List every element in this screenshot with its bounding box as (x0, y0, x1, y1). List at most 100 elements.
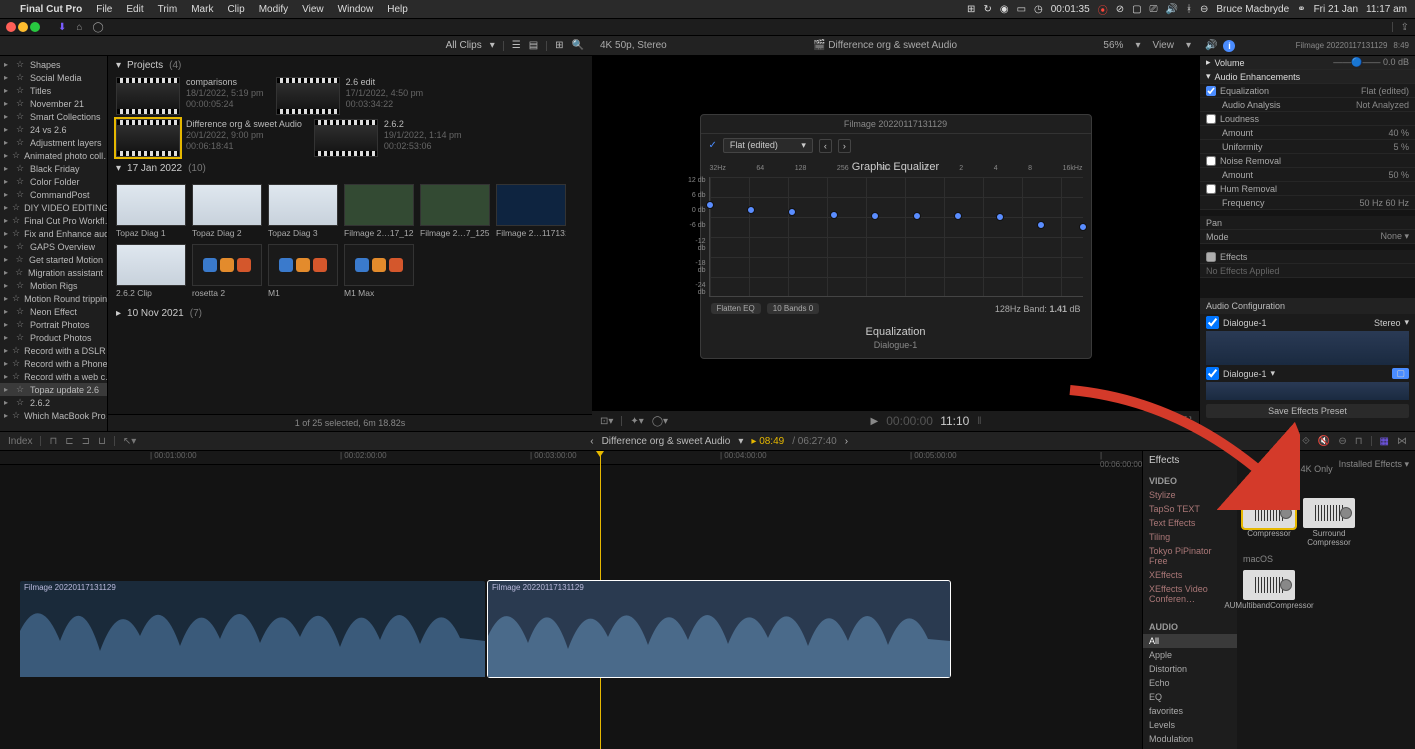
sidebar-item[interactable]: ▸☆24 vs 2.6 (0, 123, 107, 136)
eq-preset-dropdown[interactable]: Flat (edited) ▾ (723, 138, 813, 153)
timeline[interactable]: | 00:01:00:00| 00:02:00:00| 00:03:00:00|… (0, 451, 1142, 749)
4k-only-checkbox[interactable] (1285, 459, 1298, 472)
transform-tool-icon[interactable]: ⊡▾ (600, 416, 613, 427)
screen-icon[interactable]: ▭ (1017, 4, 1026, 15)
fx-category[interactable]: favorites (1143, 704, 1237, 718)
sidebar-item[interactable]: ▸☆Neon Effect (0, 305, 107, 318)
eq-band-handle[interactable] (1037, 221, 1045, 229)
component-checkbox[interactable] (1206, 367, 1219, 380)
effects-browser-icon[interactable]: ▦ (1380, 436, 1389, 447)
date-section-1[interactable]: ▾17 Jan 2022 (10) (108, 159, 592, 178)
clip-item[interactable]: M1 Max (344, 244, 414, 298)
inspector-row[interactable]: EqualizationFlat (edited) (1200, 84, 1415, 98)
sidebar-item[interactable]: ▸☆Get started Motion (0, 253, 107, 266)
control-center-icon[interactable]: ⚭ (1297, 4, 1305, 15)
inspector-row[interactable]: Hum Removal (1200, 182, 1415, 196)
fx-category[interactable]: Levels (1143, 718, 1237, 732)
display-icon[interactable]: ⎚ (1150, 4, 1158, 15)
sidebar-item[interactable]: ▸☆Record with a Phone… (0, 357, 107, 370)
effect-item[interactable]: Surround Compressor (1303, 498, 1355, 548)
zoom-level[interactable]: 56% (1103, 40, 1123, 51)
pan-mode-row[interactable]: Mode None ▾ (1200, 230, 1415, 244)
sidebar-item[interactable]: ▸☆Smart Collections (0, 110, 107, 123)
eq-band-handle[interactable] (788, 208, 796, 216)
menu-window[interactable]: Window (338, 4, 374, 15)
insert-clip-icon[interactable]: ⊏ (65, 436, 73, 447)
sidebar-item[interactable]: ▸☆Topaz update 2.6 (0, 383, 107, 396)
minimize-window-button[interactable] (18, 22, 28, 32)
record-indicator-icon[interactable]: ⦿ (1098, 2, 1108, 17)
sidebar-item[interactable]: ▸☆Color Folder (0, 175, 107, 188)
project-item[interactable]: 2.6 edit17/1/2022, 4:50 pm00:03:34:22 (276, 77, 424, 115)
info-inspector-icon[interactable]: i (1223, 40, 1235, 52)
fx-category[interactable]: Distortion (1143, 662, 1237, 676)
sidebar-item[interactable]: ▸☆Black Friday (0, 162, 107, 175)
clip-item[interactable]: Topaz Diag 3 (268, 184, 338, 238)
inspector-row[interactable]: Amount50 % (1200, 168, 1415, 182)
list-icon[interactable]: ▤ (529, 40, 538, 51)
sidebar-item[interactable]: ▸☆Final Cut Pro Workfl… (0, 214, 107, 227)
project-item[interactable]: comparisons18/1/2022, 5:19 pm00:00:05:24 (116, 77, 264, 115)
inspector-row[interactable]: Noise Removal (1200, 154, 1415, 168)
eq-prev-button[interactable]: ‹ (819, 139, 832, 153)
enhance-tool-icon[interactable]: ✦▾ (630, 416, 643, 427)
library-sidebar[interactable]: ▸☆Shapes▸☆Social Media▸☆Titles▸☆November… (0, 56, 108, 431)
play-button[interactable]: ▶ (871, 416, 879, 427)
fx-category[interactable]: Modulation (1143, 732, 1237, 746)
sidebar-item[interactable]: ▸☆Animated photo coll… (0, 149, 107, 162)
overwrite-clip-icon[interactable]: ⊔ (98, 436, 106, 447)
inspector-row[interactable]: Audio AnalysisNot Analyzed (1200, 98, 1415, 112)
refresh-icon[interactable]: ↻ (983, 4, 991, 15)
sidebar-item[interactable]: ▸☆Fix and Enhance audio (0, 227, 107, 240)
viewer-stage[interactable]: Filmage 20220117131129 ✓ Flat (edited) ▾… (592, 56, 1199, 411)
eq-band-handle[interactable] (830, 211, 838, 219)
eq-band-handle[interactable] (996, 213, 1004, 221)
eq-next-button[interactable]: › (838, 139, 851, 153)
projects-header[interactable]: ▾Projects (4) (108, 56, 592, 75)
transitions-browser-icon[interactable]: ⋈ (1397, 436, 1407, 447)
clip-appearance-icon[interactable]: ⊞ (555, 40, 563, 51)
inspector-row[interactable]: Uniformity5 % (1200, 140, 1415, 154)
filmstrip-icon[interactable]: ☰ (512, 40, 521, 51)
bands-toggle[interactable]: 10 Bands 0 (767, 303, 820, 314)
sidebar-item[interactable]: ▸☆Portrait Photos (0, 318, 107, 331)
effects-categories[interactable]: Effects VIDEO StylizeTapSo TEXTText Effe… (1143, 451, 1237, 749)
tv-icon[interactable]: ▢ (1132, 4, 1141, 15)
share-icon[interactable]: ⇪ (1401, 22, 1409, 33)
sidebar-item[interactable]: ▸☆Migration assistant (0, 266, 107, 279)
hide-rejected-dropdown[interactable]: All Clips (446, 40, 482, 51)
audio-component-1[interactable]: Dialogue-1 Stereo▾ (1200, 314, 1415, 331)
gauge-icon[interactable]: ◷ (1034, 4, 1043, 15)
audio-component-2[interactable]: Dialogue-1▾ ▢ (1200, 365, 1415, 382)
save-effects-preset-button[interactable]: Save Effects Preset (1206, 404, 1409, 418)
menu-mark[interactable]: Mark (191, 4, 213, 15)
sidebar-item[interactable]: ▸☆Product Photos (0, 331, 107, 344)
wifi-icon[interactable]: ⊖ (1200, 4, 1208, 15)
menubar-date[interactable]: Fri 21 Jan (1314, 4, 1358, 15)
effect-item[interactable]: Compressor (1243, 498, 1295, 548)
fullscreen-viewer-icon[interactable]: ⛶ (1184, 416, 1191, 427)
menu-modify[interactable]: Modify (259, 4, 288, 15)
menu-clip[interactable]: Clip (227, 4, 244, 15)
view-menu[interactable]: View (1152, 40, 1174, 51)
search-icon[interactable]: 🔍 (572, 40, 584, 51)
fx-category[interactable]: XEffects Video Conferen… (1143, 582, 1237, 606)
connect-clip-icon[interactable]: ⊓ (49, 436, 57, 447)
eq-enable-check[interactable]: ✓ (709, 140, 717, 151)
bg-tasks-icon[interactable]: ◯ (92, 22, 103, 33)
arrow-tool-icon[interactable]: ↖▾ (123, 436, 136, 447)
shield-icon[interactable]: ◉ (1000, 4, 1009, 15)
component-checkbox[interactable] (1206, 316, 1219, 329)
clip-item[interactable]: Topaz Diag 2 (192, 184, 262, 238)
sidebar-item[interactable]: ▸☆Motion Round tripping (0, 292, 107, 305)
menu-view[interactable]: View (302, 4, 324, 15)
sidebar-item[interactable]: ▸☆Motion Rigs (0, 279, 107, 292)
eq-band-handle[interactable] (871, 212, 879, 220)
date-section-2[interactable]: ▸10 Nov 2021 (7) (108, 304, 592, 323)
clip-item[interactable]: Topaz Diag 1 (116, 184, 186, 238)
fx-category[interactable]: Echo (1143, 676, 1237, 690)
sidebar-item[interactable]: ▸☆Record with a web c… (0, 370, 107, 383)
timeline-prev-button[interactable]: ‹ (590, 436, 593, 447)
volume-row[interactable]: ▸Volume ——🔵—— 0.0 dB (1200, 56, 1415, 70)
inspector-row[interactable]: Loudness (1200, 112, 1415, 126)
